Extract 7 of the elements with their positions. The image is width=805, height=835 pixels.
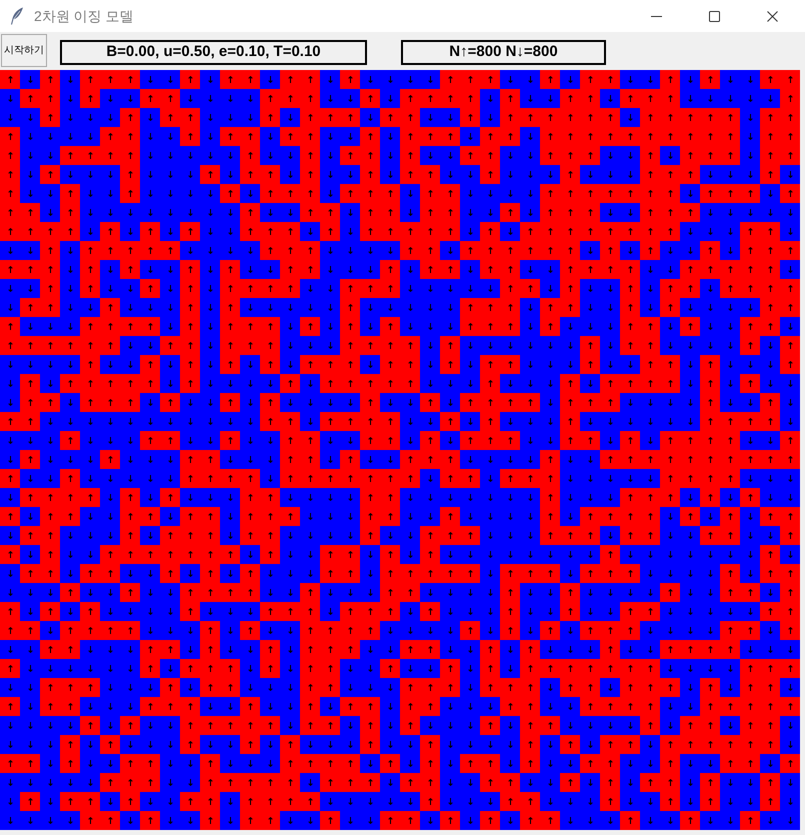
spin-count-label: N↑=800 N↓=800	[401, 40, 606, 65]
feather-icon	[10, 7, 24, 25]
close-icon	[766, 10, 778, 22]
maximize-icon	[708, 10, 720, 22]
window-title: 2차원 이징 모델	[34, 6, 134, 26]
start-button[interactable]: 시작하기	[1, 34, 47, 67]
parameters-label: B=0.00, u=0.50, e=0.10, T=0.10	[60, 40, 367, 65]
